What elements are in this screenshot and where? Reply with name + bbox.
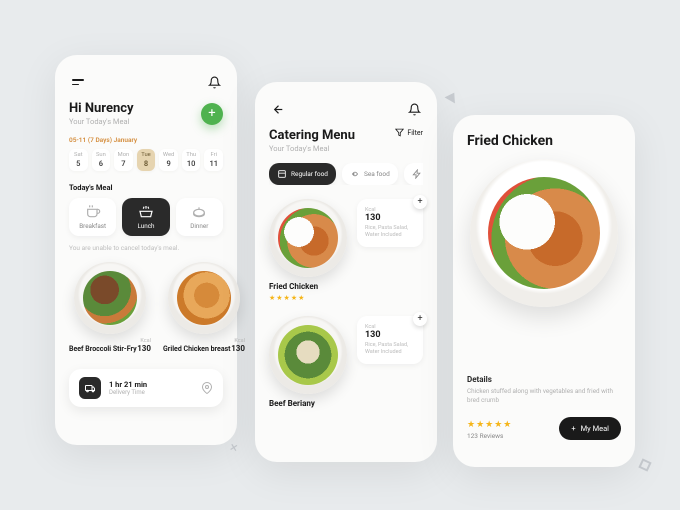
delivery-icon [79,377,101,399]
day-sat[interactable]: Sat5 [69,149,88,171]
filter-label: Filter [407,129,423,137]
bell-icon[interactable] [205,73,223,91]
menu-item[interactable]: Fried Chicken ★★★★★ +Kcal130Rice, Pasta Sa… [269,199,423,302]
weight-value: 250g [586,344,609,355]
menu-item-image [269,199,347,277]
menu-item-nutrition: +Kcal130Rice, Pasta Salad, Water Include… [357,316,423,364]
lunch-icon [124,204,167,220]
day-picker: Sat5Sun6Mon7Tue8Wed9Thu10Fri11 [69,149,223,171]
cancel-hint: You are unable to cancel today's meal. [69,244,223,252]
delivery-card[interactable]: 1 hr 21 min Delivery Time [69,369,223,407]
day-wed[interactable]: Wed9 [159,149,178,171]
kcal-value: 130 [586,322,609,333]
food-image [74,262,146,334]
dish-image [470,159,618,307]
meal-tab-breakfast[interactable]: Breakfast [69,198,116,236]
meal-tab-dinner[interactable]: Dinner [176,198,223,236]
rating-stars: ★★★★★ [467,420,512,430]
date-range-label: 05-11 (7 Days) January [69,136,223,144]
detail-screen: Fried Chicken Rice, Pasta Salad, Water I… [453,115,635,467]
meal-tab-lunch[interactable]: Lunch [122,198,169,236]
dinner-icon [178,204,221,220]
add-my-meal-button[interactable]: + My Meal [559,417,621,440]
greeting-title: Hi Nurency [69,101,134,116]
menu-item-name: Fried Chicken [269,282,347,291]
plus-icon: + [571,424,575,433]
weight-label: Weight [586,337,609,344]
catering-title: Catering Menu [269,128,355,143]
chip-icon [277,169,287,179]
reviews-count: 123 Reviews [467,432,512,440]
food-card[interactable]: Griled Chicken breastKcal130 [163,262,245,353]
add-meal-fab[interactable]: + [201,103,223,125]
food-image [168,262,240,334]
bell-icon[interactable] [405,100,423,118]
food-row: Beef Broccoli Stir-FryKcal130Griled Chic… [69,262,223,353]
day-fri[interactable]: Fri11 [204,149,223,171]
kcal-label: Kcal [586,315,609,322]
menu-icon[interactable] [69,73,87,91]
category-chips: Regular food Sea food Fast f [269,163,423,185]
chip-icon [350,169,360,179]
food-name: Beef Broccoli Stir-Fry [69,345,137,353]
add-item-icon[interactable]: + [413,312,427,326]
decorative-x: × [228,439,239,456]
day-tue[interactable]: Tue8 [137,149,156,171]
decorative-square [638,458,651,471]
food-name: Griled Chicken breast [163,345,231,353]
menu-item-image [269,316,347,394]
dish-title: Fried Chicken [467,133,621,149]
back-icon[interactable] [269,100,287,118]
menu-item-nutrition: +Kcal130Rice, Pasta Salad, Water Include… [357,199,423,247]
day-sun[interactable]: Sun6 [92,149,111,171]
meal-tabs: BreakfastLunchDinner [69,198,223,236]
decorative-triangle [445,90,460,104]
rating-stars: ★★★★★ [269,294,347,302]
menu-item-name: Beef Beriany [269,399,347,408]
breakfast-icon [71,204,114,220]
details-heading: Details [467,375,621,384]
delivery-time: 1 hr 21 min [109,380,193,389]
day-mon[interactable]: Mon7 [114,149,133,171]
filter-button[interactable]: Filter [395,128,423,137]
day-thu[interactable]: Thu10 [182,149,201,171]
menu-list: Fried Chicken ★★★★★ +Kcal130Rice, Pasta Sa… [269,199,423,408]
catering-subtitle: Your Today's Meal [269,144,355,153]
included-text: Rice, Pasta Salad, Water Included [479,328,539,342]
home-screen: Hi Nurency Your Today's Meal + 05-11 (7 … [55,55,237,445]
greeting-subtitle: Your Today's Meal [69,117,134,126]
chip-fast-f[interactable]: Fast f [404,163,423,185]
menu-item[interactable]: Beef Beriany +Kcal130Rice, Pasta Salad, W… [269,316,423,408]
food-card[interactable]: Beef Broccoli Stir-FryKcal130 [69,262,151,353]
chip-regular-food[interactable]: Regular food [269,163,336,185]
location-icon[interactable] [201,382,213,394]
catering-screen: Catering Menu Your Today's Meal Filter R… [255,82,437,462]
add-item-icon[interactable]: + [413,195,427,209]
chip-icon [412,169,422,179]
details-body: Chicken stuffed along with vegetables an… [467,387,621,405]
chip-sea-food[interactable]: Sea food [342,163,398,185]
my-meal-label: My Meal [581,424,609,433]
today-meal-heading: Today's Meal [69,183,223,192]
delivery-label: Delivery Time [109,389,193,396]
